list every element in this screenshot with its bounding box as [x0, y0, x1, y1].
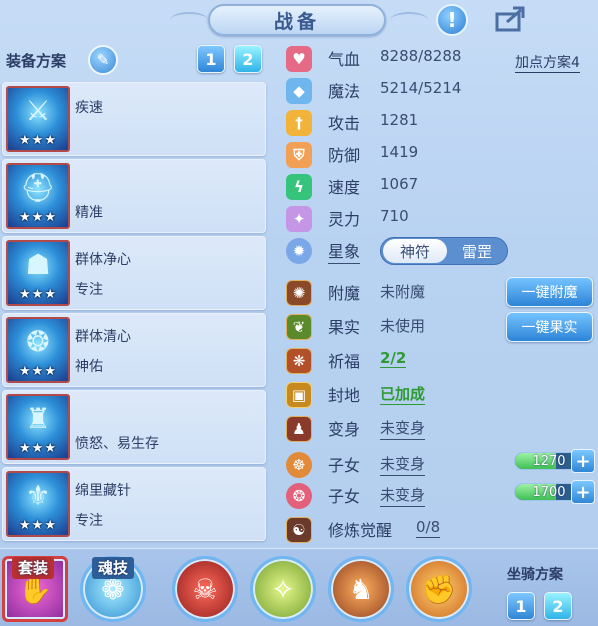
spirit-icon: ✦	[286, 206, 312, 232]
equipment-card-weapon[interactable]: ⚔ ★★★ 疾速	[2, 82, 266, 156]
lightning-icon: ϟ	[286, 174, 312, 200]
flame-icon: ✊	[421, 572, 457, 606]
equipment-effect: 神佑	[75, 359, 103, 375]
child-icon: ☸	[286, 452, 312, 478]
cultivation-icon: ☯	[286, 517, 312, 543]
equipment-card-necklace[interactable]: ☗ ★★★ 群体净心 专注	[2, 236, 266, 310]
skill-slot-beast[interactable]: ☠	[172, 556, 238, 622]
mana-icon: ◆	[286, 78, 312, 104]
add-point-plan-link[interactable]: 加点方案4	[515, 52, 580, 73]
star-rating: ★★★	[19, 133, 57, 148]
toggle-option-leigang[interactable]: 雷罡	[447, 239, 507, 263]
equipment-card-belt[interactable]: ♜ ★★★ 愤怒、易生存	[2, 390, 266, 464]
one-click-enchant-button[interactable]: 一键附魔	[506, 277, 593, 307]
edit-icon[interactable]: ✎	[88, 45, 118, 75]
star-rating: ★★★	[19, 210, 57, 225]
bless-icon: ❋	[286, 348, 312, 374]
title-ornament-right	[390, 12, 428, 28]
share-arrow-icon	[495, 6, 525, 32]
shield-icon: ⛨	[286, 142, 312, 168]
share-icon[interactable]	[495, 2, 527, 34]
equipment-effect: 专注	[75, 513, 103, 529]
enchant-icon: ✺	[286, 280, 312, 306]
weapon-icon: ⚔ ★★★	[6, 86, 70, 152]
beast-icon: ☠	[192, 572, 218, 606]
title-ornament-left	[170, 12, 208, 28]
light-icon: ✧	[271, 572, 295, 606]
skill-slot-mount[interactable]: ♞	[328, 556, 394, 622]
page-title: 战备	[208, 4, 386, 36]
boots-icon: ⚜ ★★★	[6, 471, 70, 537]
star-rating: ★★★	[19, 441, 57, 456]
equipment-effect: 精准	[75, 205, 103, 221]
equipment-card-boots[interactable]: ⚜ ★★★ 绵里藏针 专注	[2, 467, 266, 541]
star-rating: ★★★	[19, 518, 57, 533]
child-1-plus-button[interactable]: +	[571, 449, 595, 473]
equip-plan-title: 装备方案	[6, 52, 67, 70]
star-sign-toggle[interactable]: 神符 雷罡	[380, 237, 508, 265]
equipment-effect: 疾速	[75, 100, 103, 116]
star-rating: ★★★	[19, 287, 57, 302]
equipment-effect: 群体清心	[75, 329, 131, 345]
mount-icon: ♞	[348, 572, 374, 606]
one-click-fruit-button[interactable]: 一键果实	[506, 312, 593, 342]
soul-skill-label: 魂技	[92, 557, 135, 579]
star-rating: ★★★	[19, 364, 57, 379]
territory-icon: ▣	[286, 382, 312, 408]
necklace-icon: ☗ ★★★	[6, 240, 70, 306]
helmet-icon: ⛑ ★★★	[6, 163, 70, 229]
header: 战备 !	[0, 0, 598, 42]
skill-slot-flame[interactable]: ✊	[406, 556, 472, 622]
transform-icon: ♟	[286, 416, 312, 442]
equipment-effect: 群体净心	[75, 252, 131, 268]
mount-plan-title: 坐骑方案	[507, 567, 563, 583]
mount-plan-2-button[interactable]: 2	[544, 592, 572, 620]
equipment-effect: 专注	[75, 282, 103, 298]
equipment-effect: 愤怒、易生存	[75, 436, 159, 452]
mount-plan-1-button[interactable]: 1	[507, 592, 535, 620]
suit-label: 套装	[12, 557, 55, 579]
belt-icon: ♜ ★★★	[6, 394, 70, 460]
skill-slot-light[interactable]: ✧	[250, 556, 316, 622]
star-sign-icon: ✹	[286, 238, 312, 264]
equip-plan-2-button[interactable]: 2	[234, 45, 262, 73]
heart-icon: ♥	[286, 46, 312, 72]
armor-icon: ❂ ★★★	[6, 317, 70, 383]
exclamation-icon[interactable]: !	[436, 4, 468, 36]
child-2-plus-button[interactable]: +	[571, 480, 595, 504]
equip-plan-1-button[interactable]: 1	[197, 45, 225, 73]
toggle-option-shenfu[interactable]: 神符	[383, 239, 447, 263]
sword-icon: †	[286, 110, 312, 136]
equipment-card-helmet[interactable]: ⛑ ★★★ 精准	[2, 159, 266, 233]
leaf-icon: ❦	[286, 314, 312, 340]
equipment-effect: 绵里藏针	[75, 483, 131, 499]
child-icon: ❂	[286, 483, 312, 509]
equipment-card-armor[interactable]: ❂ ★★★ 群体清心 神佑	[2, 313, 266, 387]
